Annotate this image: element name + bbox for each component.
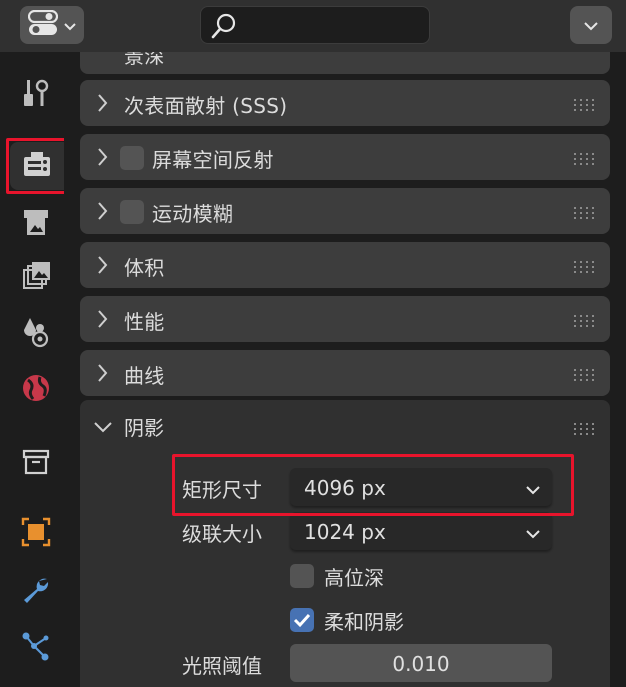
search-field[interactable] <box>200 6 430 44</box>
particles-icon <box>20 630 52 666</box>
properties-header <box>0 0 626 52</box>
drag-handle-icon[interactable] <box>574 366 598 385</box>
panel-title: 景深 <box>124 52 165 68</box>
cascade-size-value: 1024 px <box>304 520 386 544</box>
tab-object[interactable] <box>12 510 60 558</box>
tab-world[interactable] <box>12 366 60 414</box>
tool-settings-icon <box>21 78 51 114</box>
chevron-down-icon <box>64 16 76 35</box>
panel-title: 运动模糊 <box>152 202 234 226</box>
light-threshold-value: 0.010 <box>392 652 450 676</box>
high-bitdepth-checkbox[interactable] <box>290 564 314 588</box>
properties-panel-area: 景深 次表面散射 (SSS) 屏幕空间反射 运动模糊 体积 性能 曲线 阴影 矩… <box>64 52 626 687</box>
tab-modifiers[interactable] <box>12 568 60 616</box>
panel-subsurface-scattering[interactable]: 次表面散射 (SSS) <box>80 80 610 126</box>
editor-type-button[interactable] <box>20 6 84 44</box>
panel-title: 体积 <box>124 256 165 280</box>
motion-blur-enable-checkbox[interactable] <box>120 200 144 224</box>
drag-handle-icon[interactable] <box>574 312 598 331</box>
world-globe-icon <box>20 372 52 408</box>
drag-handle-icon[interactable] <box>574 420 598 439</box>
tab-output[interactable] <box>12 200 60 248</box>
drag-handle-icon[interactable] <box>574 150 598 169</box>
chevron-right-icon <box>98 364 108 386</box>
options-dropdown-button[interactable] <box>570 6 612 44</box>
search-input[interactable] <box>241 13 425 39</box>
light-threshold-field[interactable]: 0.010 <box>290 644 552 682</box>
chevron-down-icon <box>526 524 540 543</box>
cascade-size-label: 级联大小 <box>182 522 262 546</box>
soft-shadows-label: 柔和阴影 <box>324 610 404 634</box>
drag-handle-icon[interactable] <box>574 204 598 223</box>
chevron-right-icon <box>98 148 108 170</box>
chevron-down-icon <box>584 16 598 35</box>
panel-title: 曲线 <box>124 364 165 388</box>
tab-particles[interactable] <box>12 624 60 672</box>
cascade-size-dropdown[interactable]: 1024 px <box>290 512 552 550</box>
object-square-icon <box>20 516 52 552</box>
cube-size-highlight <box>172 454 574 516</box>
tab-tool[interactable] <box>12 72 60 120</box>
tab-view-layer[interactable] <box>12 254 60 302</box>
chevron-right-icon <box>98 256 108 278</box>
chevron-right-icon <box>98 94 108 116</box>
panel-shadows-header[interactable]: 阴影 <box>80 400 610 452</box>
drag-handle-icon[interactable] <box>574 258 598 277</box>
output-printer-icon <box>21 207 51 241</box>
soft-shadows-checkbox[interactable] <box>290 608 314 632</box>
chevron-right-icon <box>98 310 108 332</box>
panel-curves[interactable]: 曲线 <box>80 350 610 396</box>
checkmark-icon <box>293 613 311 628</box>
chevron-down-icon <box>94 418 112 437</box>
ssr-enable-checkbox[interactable] <box>120 146 144 170</box>
light-threshold-label: 光照阈值 <box>182 654 262 678</box>
drag-handle-icon[interactable] <box>574 96 598 115</box>
wrench-icon <box>20 574 52 610</box>
panel-performance[interactable]: 性能 <box>80 296 610 342</box>
high-bitdepth-label: 高位深 <box>324 566 384 590</box>
scene-icon <box>20 316 52 352</box>
panel-shadows: 阴影 矩形尺寸 4096 px 级联大小 1024 px 高位深 柔和阴影 光照… <box>80 400 610 687</box>
search-icon <box>209 11 239 45</box>
panel-title: 屏幕空间反射 <box>152 148 274 172</box>
panel-screen-space-reflections[interactable]: 屏幕空间反射 <box>80 134 610 180</box>
panel-motion-blur[interactable]: 运动模糊 <box>80 188 610 234</box>
collection-box-icon <box>21 447 51 481</box>
panel-depth-of-field[interactable]: 景深 <box>80 52 610 74</box>
chevron-right-icon <box>98 202 108 224</box>
panel-volumetrics[interactable]: 体积 <box>80 242 610 288</box>
panel-title: 次表面散射 (SSS) <box>124 94 288 118</box>
tab-collection[interactable] <box>12 440 60 488</box>
panel-title: 性能 <box>124 310 165 334</box>
view-layer-images-icon <box>20 260 52 296</box>
properties-editor-icon <box>27 9 59 40</box>
panel-title: 阴影 <box>124 416 164 440</box>
tab-scene[interactable] <box>12 310 60 358</box>
